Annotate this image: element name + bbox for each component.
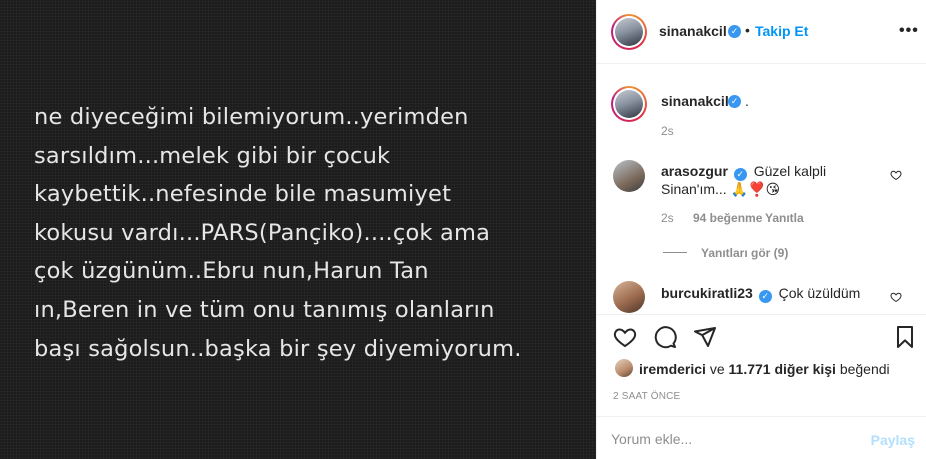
verified-badge-icon: ✓ (758, 290, 772, 303)
share-icon[interactable] (693, 325, 717, 349)
post-text-line: çok üzgünüm..Ebru nun,Harun Tan (34, 258, 429, 285)
heart-icon[interactable] (613, 325, 637, 349)
verified-badge-icon: ✓ (728, 95, 741, 108)
comment-like-icon[interactable] (890, 291, 902, 303)
post-image[interactable]: ne diyeceğimi bilemiyorum..yerimden sars… (0, 0, 596, 459)
more-options-icon[interactable]: ••• (899, 22, 919, 40)
comment-like-icon[interactable] (890, 169, 902, 181)
comment-username[interactable]: burcukiratli23 (661, 285, 753, 301)
verified-badge-icon: ✓ (733, 168, 747, 181)
likes-connector: ve (709, 361, 725, 377)
comment-body: arasozgur ✓ Güzel kalpli Sinan'ım... 🙏❣️… (661, 162, 861, 198)
post-side-panel: sinanakcil ✓ • Takip Et ••• sinanakcil ✓… (596, 0, 926, 459)
comment-likes[interactable]: 94 beğenme (693, 211, 762, 225)
likes-count[interactable]: 11.771 diğer kişi (729, 361, 836, 377)
replies-divider (663, 252, 687, 253)
liker-avatar[interactable] (615, 359, 633, 377)
post-timestamp[interactable]: 2 SAAT ÖNCE (613, 391, 680, 402)
post-header: sinanakcil ✓ • Takip Et ••• (597, 0, 926, 64)
caption-username[interactable]: sinanakcil (661, 93, 729, 109)
view-replies-button[interactable]: Yanıtları gör (9) (701, 246, 788, 260)
post-text-line: kokusu vardı...PARS(Pançiko)....çok ama (34, 219, 491, 246)
post-text: ne diyeceğimi bilemiyorum..yerimden sars… (34, 98, 574, 368)
likes-suffix: beğendi (839, 361, 890, 377)
commenter-avatar[interactable] (613, 281, 645, 313)
caption-time[interactable]: 2s (661, 124, 674, 138)
verified-badge-icon: ✓ (728, 25, 741, 38)
post-comment-button[interactable]: Paylaş (871, 432, 915, 448)
author-avatar[interactable] (611, 14, 647, 50)
post-text-line: başı sağolsun..başka bir şey diyemiyorum… (34, 335, 522, 362)
caption-text: . (745, 93, 749, 109)
post-text-line: kaybettik..nefesinde bile masumiyet (34, 181, 452, 208)
commenter-avatar[interactable] (613, 160, 645, 192)
follow-button[interactable]: Takip Et (755, 23, 808, 39)
header-separator: • (745, 22, 750, 38)
comment-icon[interactable] (653, 325, 677, 349)
avatar-image (615, 18, 643, 46)
bookmark-icon[interactable] (893, 325, 917, 349)
reply-button[interactable]: Yanıtla (765, 211, 804, 225)
likes-summary: iremderici ve 11.771 diğer kişi beğendi (639, 361, 890, 377)
caption-avatar[interactable] (611, 86, 647, 122)
add-comment-bar: Paylaş (597, 416, 926, 459)
avatar-image (615, 90, 643, 118)
author-username[interactable]: sinanakcil (659, 23, 727, 39)
post-text-line: ne diyeceğimi bilemiyorum..yerimden (34, 104, 469, 130)
post-text-line: sarsıldım...melek gibi bir çocuk (34, 142, 391, 169)
action-bar: iremderici ve 11.771 diğer kişi beğendi … (597, 314, 926, 432)
liker-username[interactable]: iremderici (639, 361, 706, 377)
comment-input[interactable] (611, 427, 851, 451)
comment-time[interactable]: 2s (661, 211, 674, 225)
comment-username[interactable]: arasozgur (661, 163, 728, 179)
comment-body: burcukiratli23 ✓ Çok üzüldüm (661, 284, 871, 314)
comment-text: Çok üzüldüm (778, 285, 861, 301)
post-text-line: ın,Beren in ve tüm onu tanımış olanların (34, 296, 495, 323)
